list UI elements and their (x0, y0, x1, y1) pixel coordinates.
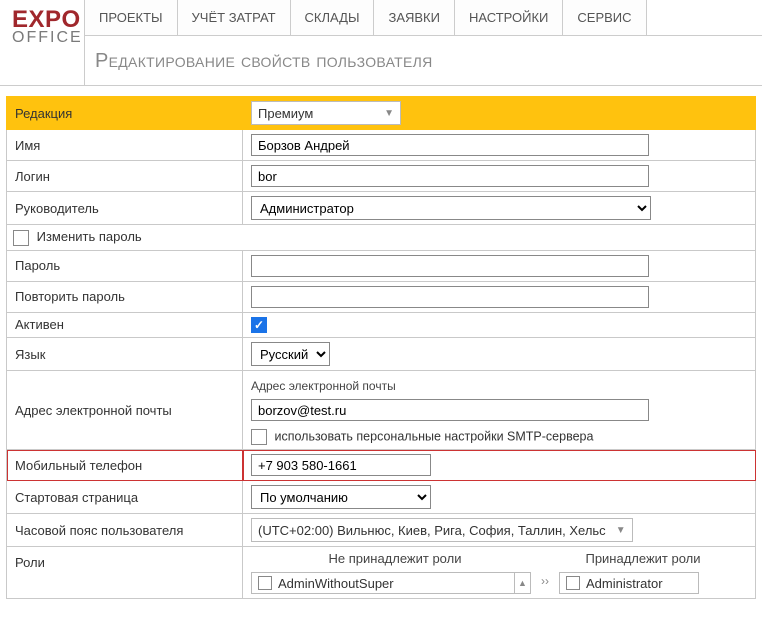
roles-not-member-header: Не принадлежит роли (251, 551, 539, 566)
timezone-value: (UTC+02:00) Вильнюс, Киев, Рига, София, … (258, 523, 606, 538)
timezone-select[interactable]: (UTC+02:00) Вильнюс, Киев, Рига, София, … (251, 518, 633, 542)
main-nav: ПРОЕКТЫ УЧЁТ ЗАТРАТ СКЛАДЫ ЗАЯВКИ НАСТРО… (85, 0, 762, 36)
roles-assigned-list[interactable]: Administrator (559, 572, 699, 594)
transfer-icon[interactable]: ›› (531, 572, 559, 588)
role-checkbox[interactable] (566, 576, 580, 590)
label-login: Логин (7, 161, 243, 192)
smtp-checkbox[interactable] (251, 429, 267, 445)
label-active: Активен (7, 312, 243, 338)
label-mobile: Мобильный телефон (7, 450, 243, 481)
label-name: Имя (7, 130, 243, 161)
label-password: Пароль (7, 250, 243, 281)
nav-projects[interactable]: ПРОЕКТЫ (85, 0, 178, 35)
startpage-select[interactable]: По умолчанию (251, 485, 431, 509)
label-startpage: Стартовая страница (7, 481, 243, 514)
app-logo: EXPO OFFICE (0, 0, 84, 85)
role-item: AdminWithoutSuper (278, 576, 394, 591)
nav-costs[interactable]: УЧЁТ ЗАТРАТ (178, 0, 291, 35)
logo-bottom: OFFICE (12, 30, 78, 46)
password-input[interactable] (251, 255, 649, 277)
sublabel-email: Адрес электронной почты (251, 379, 747, 393)
change-password-checkbox[interactable] (13, 230, 29, 246)
roles-available-list[interactable]: AdminWithoutSuper (251, 572, 515, 594)
active-checkbox[interactable]: ✓ (251, 317, 267, 333)
label-roles: Роли (7, 547, 243, 599)
label-edition: Редакция (7, 97, 243, 130)
mobile-input[interactable] (251, 454, 431, 476)
password2-input[interactable] (251, 286, 649, 308)
nav-warehouses[interactable]: СКЛАДЫ (291, 0, 375, 35)
label-language: Язык (7, 338, 243, 371)
label-manager: Руководитель (7, 192, 243, 225)
label-timezone: Часовой пояс пользователя (7, 514, 243, 547)
edition-value: Премиум (258, 106, 313, 121)
page-title: Редактирование свойств пользователя (85, 36, 762, 85)
chevron-down-icon: ▼ (616, 525, 626, 536)
manager-select[interactable]: Администратор (251, 196, 651, 220)
scroll-up-icon[interactable]: ▲ (515, 572, 531, 594)
nav-requests[interactable]: ЗАЯВКИ (374, 0, 455, 35)
role-item: Administrator (586, 576, 663, 591)
nav-service[interactable]: СЕРВИС (563, 0, 646, 35)
label-password2: Повторить пароль (7, 281, 243, 312)
nav-settings[interactable]: НАСТРОЙКИ (455, 0, 563, 35)
roles-member-header: Принадлежит роли (539, 551, 747, 566)
label-smtp: использовать персональные настройки SMTP… (274, 429, 593, 443)
login-input[interactable] (251, 165, 649, 187)
label-email: Адрес электронной почты (7, 371, 243, 450)
language-select[interactable]: Русский (251, 342, 330, 366)
role-checkbox[interactable] (258, 576, 272, 590)
chevron-down-icon: ▼ (384, 108, 394, 119)
name-input[interactable] (251, 134, 649, 156)
label-change-password: Изменить пароль (37, 229, 142, 244)
email-input[interactable] (251, 399, 649, 421)
edition-select[interactable]: Премиум ▼ (251, 101, 401, 125)
